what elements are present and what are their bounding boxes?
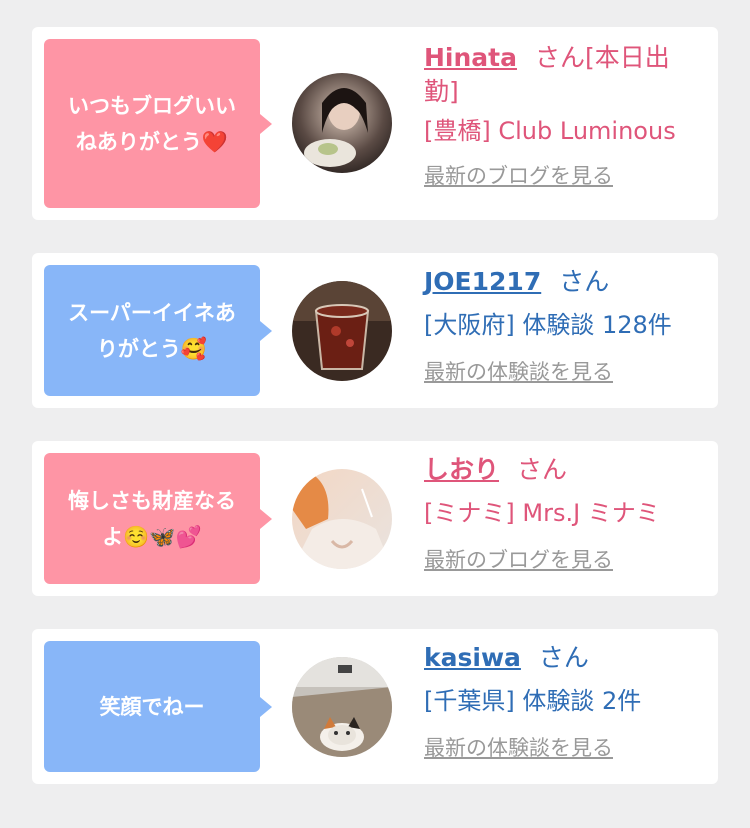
latest-post-link[interactable]: 最新の体験談を見る	[424, 357, 708, 387]
location: [千葉県]	[424, 687, 515, 715]
avatar-photo	[292, 281, 392, 381]
notification-card: スーパーイイネあ りがとう🥰 JOE1217 さん [大阪府] 体験談 128件 …	[32, 253, 718, 408]
location: [豊橋]	[424, 117, 491, 145]
user-name-link[interactable]: kasiwa	[424, 643, 521, 672]
name-line: Hinata さん[本日出 勤]	[424, 41, 708, 109]
shop-line: [ミナミ] Mrs.J ミナミ	[424, 495, 708, 531]
honorific: さん	[538, 643, 589, 672]
name-line: kasiwa さん	[424, 641, 708, 675]
notification-card: 笑顔でねー kasiwa さん [千葉県] 体験談 2件 最新の体験談を見る	[32, 629, 718, 784]
avatar[interactable]	[292, 73, 392, 173]
name-line: JOE1217 さん	[424, 265, 708, 299]
message-text: 悔しさも財産なる よ☺️🦋💕	[68, 488, 236, 549]
latest-post-link[interactable]: 最新の体験談を見る	[424, 733, 708, 763]
name-line: しおり さん	[424, 453, 708, 487]
notification-card: いつもブログいい ねありがとう❤️ Hinata さん[本日出 勤] [豊橋] …	[32, 27, 718, 220]
message-text: いつもブログいい ねありがとう❤️	[68, 93, 236, 154]
shop-name: 体験談 2件	[522, 687, 642, 715]
location: [ミナミ]	[424, 499, 515, 527]
avatar[interactable]	[292, 469, 392, 569]
user-info: Hinata さん[本日出 勤] [豊橋] Club Luminous 最新のブロ…	[424, 41, 708, 191]
latest-post-link[interactable]: 最新のブログを見る	[424, 545, 708, 575]
message-bubble: いつもブログいい ねありがとう❤️	[44, 39, 272, 208]
message-text: 笑顔でねー	[99, 694, 205, 719]
avatar-photo	[292, 657, 392, 757]
shop-line: [千葉県] 体験談 2件	[424, 683, 708, 719]
shop-name: 体験談 128件	[522, 311, 672, 339]
shop-line: [豊橋] Club Luminous	[424, 113, 708, 149]
notification-list: いつもブログいい ねありがとう❤️ Hinata さん[本日出 勤] [豊橋] …	[0, 0, 750, 828]
avatar[interactable]	[292, 657, 392, 757]
avatar-photo	[292, 73, 392, 173]
user-info: JOE1217 さん [大阪府] 体験談 128件 最新の体験談を見る	[424, 265, 708, 387]
shop-name: Club Luminous	[498, 117, 676, 145]
avatar[interactable]	[292, 281, 392, 381]
message-bubble: スーパーイイネあ りがとう🥰	[44, 265, 272, 396]
honorific: さん	[559, 267, 610, 296]
user-name-link[interactable]: しおり	[424, 455, 499, 484]
message-bubble: 悔しさも財産なる よ☺️🦋💕	[44, 453, 272, 584]
user-info: しおり さん [ミナミ] Mrs.J ミナミ 最新のブログを見る	[424, 453, 708, 575]
user-name-link[interactable]: JOE1217	[424, 267, 541, 296]
user-info: kasiwa さん [千葉県] 体験談 2件 最新の体験談を見る	[424, 641, 708, 763]
location: [大阪府]	[424, 311, 515, 339]
honorific: さん	[517, 455, 568, 484]
shop-line: [大阪府] 体験談 128件	[424, 307, 708, 343]
notification-card: 悔しさも財産なる よ☺️🦋💕 しおり さん [ミナミ] Mrs.J ミナミ 最新…	[32, 441, 718, 596]
avatar-photo	[292, 469, 392, 569]
latest-post-link[interactable]: 最新のブログを見る	[424, 161, 708, 191]
shop-name: Mrs.J ミナミ	[522, 499, 660, 527]
message-bubble: 笑顔でねー	[44, 641, 272, 772]
message-text: スーパーイイネあ りがとう🥰	[68, 300, 236, 361]
user-name-link[interactable]: Hinata	[424, 43, 517, 72]
